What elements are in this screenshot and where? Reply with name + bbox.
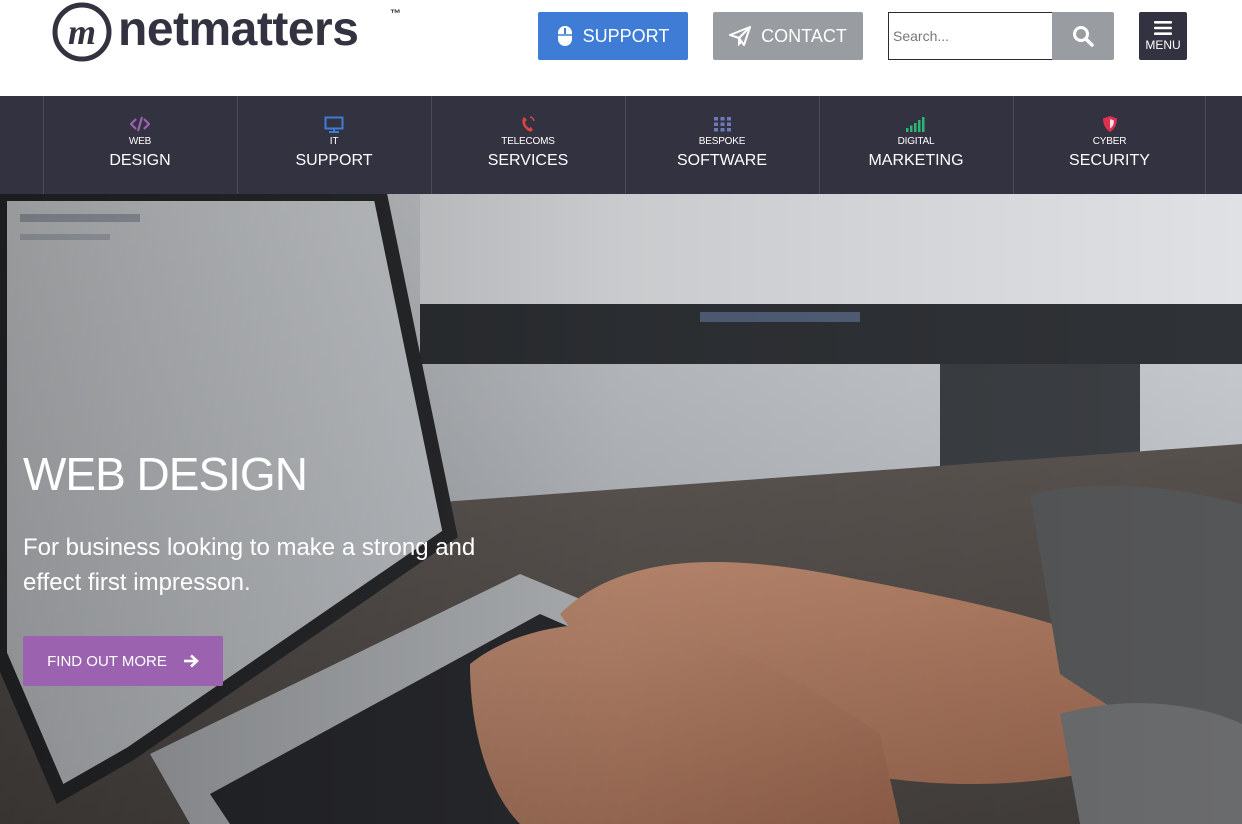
nav-item-small-label: TELECOMS: [501, 136, 555, 147]
nav-item-small-label: WEB: [128, 136, 152, 147]
support-button[interactable]: SUPPORT: [538, 12, 688, 60]
hero-subtitle: For business looking to make a strong an…: [23, 534, 476, 596]
nav-item-telecoms-services[interactable]: TELECOMS SERVICES: [431, 96, 624, 194]
support-label: SUPPORT: [582, 25, 670, 46]
hero-background-image: [0, 194, 1242, 824]
services-nav: WEB DESIGN IT SUPPORT TELECOMS SERVICES: [0, 96, 1242, 194]
hero-banner: WEB DESIGN For business looking to make …: [0, 194, 1242, 824]
menu-label: MENU: [1145, 38, 1181, 52]
search-button[interactable]: [1052, 12, 1114, 60]
nav-item-label: SUPPORT: [295, 152, 373, 169]
nav-item-small-label: CYBER: [1092, 136, 1127, 147]
svg-text:m: m: [68, 12, 96, 52]
nav-item-label: MARKETING: [868, 152, 964, 169]
phone-icon: [520, 114, 536, 134]
nav-item-small-label: DIGITAL: [897, 136, 935, 147]
logo-mark-icon: m: [52, 2, 112, 62]
mouse-icon: [557, 26, 572, 46]
hamburger-icon: [1154, 21, 1172, 35]
arrow-right-icon: [183, 654, 199, 668]
nav-item-small-label: BESPOKE: [698, 136, 746, 147]
find-out-more-label: FIND OUT MORE: [47, 652, 167, 670]
shield-icon: [1102, 114, 1118, 134]
contact-label: CONTACT: [761, 25, 847, 46]
netmatters-logo[interactable]: m netmatters ™: [52, 2, 412, 64]
search-icon: [1073, 26, 1094, 47]
signal-bars-icon: [906, 114, 926, 134]
nav-item-digital-marketing[interactable]: DIGITAL MARKETING: [819, 96, 1012, 194]
logo-trademark: ™: [390, 8, 401, 20]
monitor-icon: [324, 114, 344, 134]
site-header: m netmatters ™ SUPPORT CONTACT Search...…: [0, 0, 1242, 96]
search-input[interactable]: [888, 12, 1052, 60]
nav-item-cyber-security[interactable]: CYBER SECURITY: [1013, 96, 1206, 194]
menu-button[interactable]: MENU: [1139, 12, 1187, 60]
nav-item-label: SECURITY: [1069, 152, 1150, 169]
nav-item-web-design[interactable]: WEB DESIGN: [43, 96, 236, 194]
grid-icon: [713, 114, 731, 134]
nav-item-label: DESIGN: [109, 152, 171, 169]
nav-item-bespoke-software[interactable]: BESPOKE SOFTWARE: [625, 96, 818, 194]
contact-button[interactable]: CONTACT: [713, 12, 863, 60]
code-icon: [130, 114, 150, 134]
nav-item-label: SERVICES: [487, 152, 569, 169]
hero-title: WEB DESIGN: [23, 448, 308, 500]
paper-plane-icon: [729, 26, 752, 46]
find-out-more-button[interactable]: FIND OUT MORE: [23, 636, 223, 686]
nav-item-label: SOFTWARE: [676, 152, 768, 169]
nav-item-it-support[interactable]: IT SUPPORT: [237, 96, 430, 194]
logo-wordmark: netmatters: [118, 3, 359, 56]
nav-item-small-label: IT: [329, 136, 339, 147]
